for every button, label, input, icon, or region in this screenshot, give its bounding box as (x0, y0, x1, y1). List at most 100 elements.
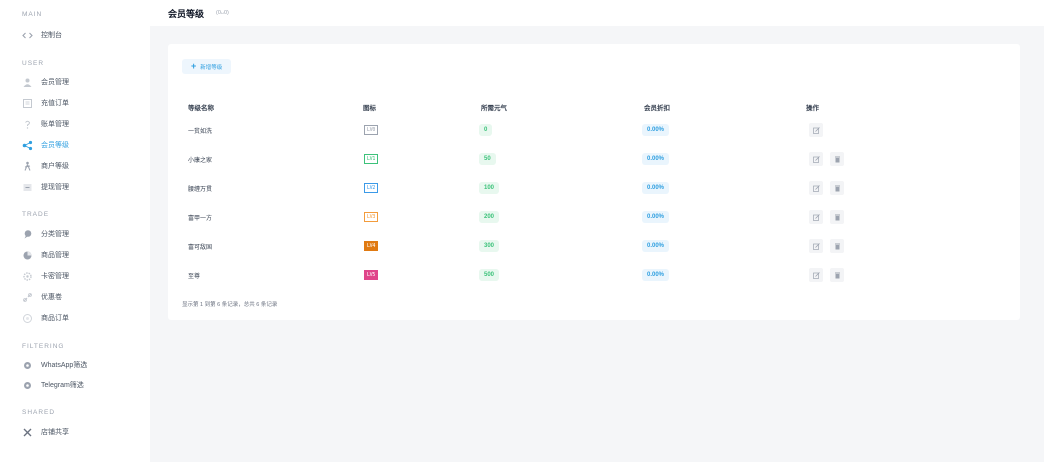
link-icon (22, 292, 33, 303)
level-name: 富甲一方 (188, 216, 213, 222)
add-level-button[interactable]: + 新增等级 (182, 59, 232, 74)
sidebar-item-whatsapp[interactable]: WhatsApp筛选 (22, 358, 142, 372)
sidebar-item-label: 店铺共享 (41, 429, 69, 436)
sidebar-item-label: 优惠卷 (41, 294, 62, 301)
plus-icon: + (191, 61, 197, 71)
sidebar: MAIN 控制台 USER 会员管理 充值订单 账单管理 会员等级 商户等级 提… (0, 0, 150, 462)
energy-value: 100 (479, 182, 500, 194)
energy-value: 200 (479, 211, 500, 223)
chat-bubble-icon (22, 229, 33, 240)
question-icon (22, 119, 33, 130)
sidebar-item-label: Telegram筛选 (41, 382, 84, 389)
column-header-actions: 操作 (806, 105, 819, 112)
trash-icon (834, 272, 840, 278)
edit-icon (812, 126, 820, 134)
sidebar-item-label: WhatsApp筛选 (41, 362, 88, 369)
code-icon (22, 30, 33, 41)
sidebar-item-member-levels[interactable]: 会员等级 (22, 138, 142, 152)
sidebar-item-bills[interactable]: 账单管理 (22, 117, 142, 131)
trash-icon (834, 156, 840, 162)
user-icon (22, 77, 33, 88)
discount-value: 0.00% (642, 211, 670, 223)
delete-button[interactable] (830, 181, 844, 195)
sidebar-item-categories[interactable]: 分类管理 (22, 227, 142, 241)
level-name: 腰缠万贯 (188, 187, 213, 193)
edit-button[interactable] (809, 152, 823, 166)
section-title-shared: SHARED (22, 409, 56, 416)
sidebar-item-members[interactable]: 会员管理 (22, 75, 142, 89)
energy-value: 0 (479, 124, 493, 136)
sidebar-item-label: 商户等级 (41, 163, 69, 170)
section-title-filtering: FILTERING (22, 343, 65, 350)
column-header-energy: 所需元气 (481, 105, 507, 112)
section-title-main: MAIN (22, 11, 43, 18)
minus-box-icon (22, 182, 33, 193)
receipt-icon (22, 98, 33, 109)
energy-value: 500 (479, 269, 500, 281)
figure-icon (22, 161, 33, 172)
sidebar-item-merchant-levels[interactable]: 商户等级 (22, 159, 142, 173)
delete-button[interactable] (830, 152, 844, 166)
sidebar-item-label: 商品管理 (41, 252, 69, 259)
level-name: 至尊 (188, 274, 201, 280)
sidebar-item-label: 分类管理 (41, 231, 69, 238)
sidebar-item-label: 控制台 (41, 32, 62, 39)
sidebar-item-label: 提现管理 (41, 184, 69, 191)
trash-icon (834, 243, 840, 249)
page-header: 会员等级 (0ᴗ0) (150, 0, 1044, 26)
level-badge-icon: LV1 (364, 154, 378, 164)
radio-dot-icon (22, 360, 33, 371)
delete-button[interactable] (830, 239, 844, 253)
discount-value: 0.00% (642, 240, 670, 252)
circle-icon (22, 313, 33, 324)
levels-card: + 新增等级 等级名称 图标 所需元气 会员折扣 操作 一贫如洗 LV0 0 0.00… (168, 44, 1020, 320)
sidebar-item-withdraw[interactable]: 提现管理 (22, 180, 142, 194)
sidebar-item-dashboard[interactable]: 控制台 (22, 28, 142, 42)
level-badge-icon: LV2 (364, 183, 378, 193)
edit-button[interactable] (809, 123, 823, 137)
column-header-icon: 图标 (363, 105, 376, 112)
sidebar-item-label: 账单管理 (41, 121, 69, 128)
table-footer-info: 显示第 1 到第 6 条记录，总共 6 条记录 (182, 302, 278, 308)
level-name: 小康之家 (188, 158, 213, 164)
edit-icon (812, 155, 820, 163)
section-title-trade: TRADE (22, 211, 50, 218)
delete-button[interactable] (830, 268, 844, 282)
add-level-label: 新增等级 (200, 64, 223, 71)
energy-value: 50 (479, 153, 496, 165)
sidebar-item-label: 卡密管理 (41, 273, 69, 280)
pie-chart-icon (22, 250, 33, 261)
discount-value: 0.00% (642, 182, 670, 194)
edit-button[interactable] (809, 268, 823, 282)
edit-icon (812, 184, 820, 192)
gear-icon (22, 271, 33, 282)
tools-icon (22, 427, 33, 438)
sidebar-item-telegram[interactable]: Telegram筛选 (22, 378, 142, 392)
edit-button[interactable] (809, 181, 823, 195)
sidebar-item-label: 商品订单 (41, 315, 69, 322)
level-name: 富可敌国 (188, 245, 213, 251)
sidebar-item-recharge[interactable]: 充值订单 (22, 96, 142, 110)
radio-dot-icon (22, 380, 33, 391)
level-badge-icon: LV5 (364, 270, 378, 280)
delete-button[interactable] (830, 210, 844, 224)
title-emote: (0ᴗ0) (216, 10, 229, 16)
sidebar-item-shop-share[interactable]: 店铺共享 (22, 425, 142, 439)
discount-value: 0.00% (642, 153, 670, 165)
edit-button[interactable] (809, 210, 823, 224)
sidebar-item-orders[interactable]: 商品订单 (22, 311, 142, 325)
sidebar-item-products[interactable]: 商品管理 (22, 248, 142, 262)
section-title-user: USER (22, 60, 45, 67)
level-badge-icon: LV3 (364, 212, 378, 222)
sidebar-item-label: 会员等级 (41, 142, 69, 149)
sidebar-item-cards[interactable]: 卡密管理 (22, 269, 142, 283)
energy-value: 300 (479, 240, 500, 252)
column-header-discount: 会员折扣 (644, 105, 670, 112)
edit-icon (812, 271, 820, 279)
edit-button[interactable] (809, 239, 823, 253)
level-badge-icon: LV0 (364, 125, 378, 135)
sidebar-item-coupons[interactable]: 优惠卷 (22, 290, 142, 304)
discount-value: 0.00% (642, 124, 670, 136)
sidebar-item-label: 充值订单 (41, 100, 69, 107)
page-title: 会员等级 (168, 8, 205, 19)
